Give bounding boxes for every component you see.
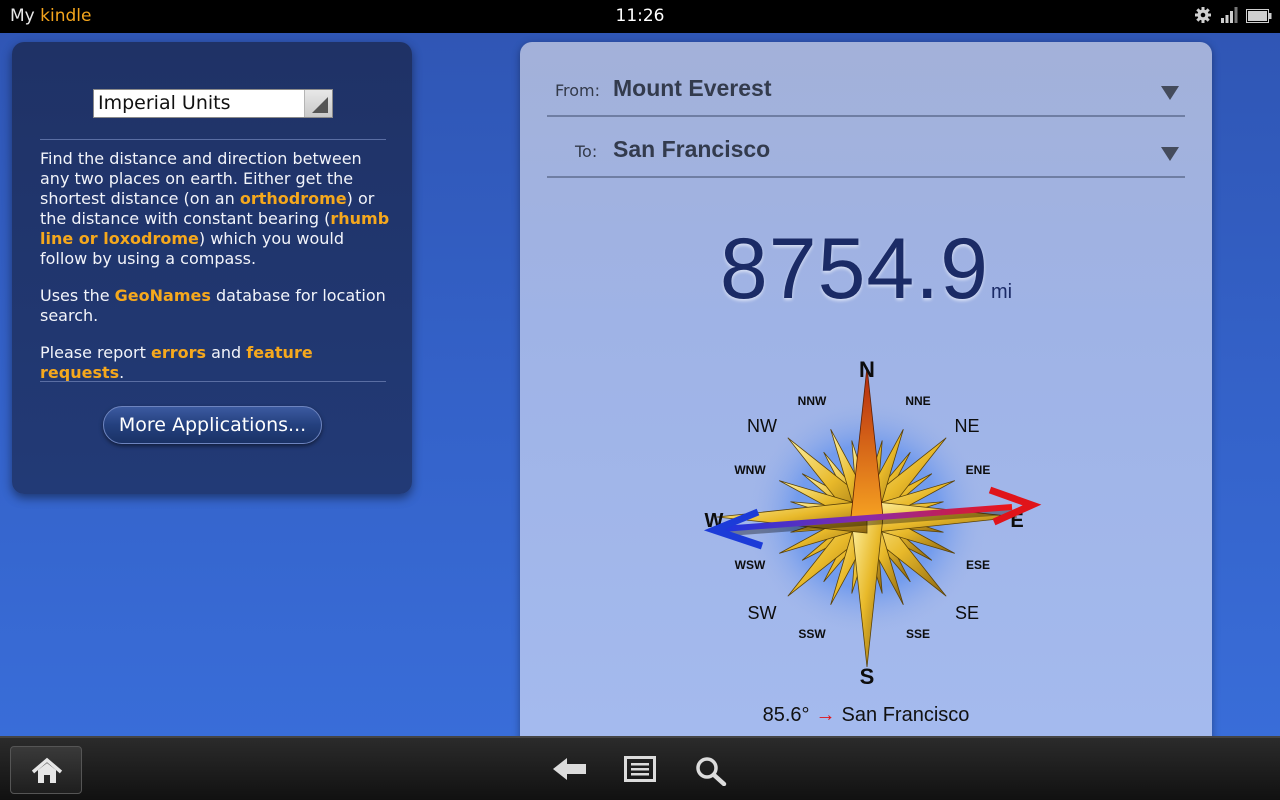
description-paragraph-2: Uses the GeoNames database for location … [40, 286, 392, 326]
bearing-readout: 85.6° → San Francisco [520, 704, 1212, 727]
compass-label-ne: NE [954, 416, 979, 436]
battery-icon [1246, 8, 1272, 27]
units-select-value: Imperial Units [98, 92, 231, 114]
info-panel: Imperial Units Find the distance and dir… [12, 42, 412, 494]
back-icon[interactable] [553, 756, 587, 786]
bottom-nav-bar [0, 736, 1280, 800]
status-bar: My kindle 11:26 [0, 0, 1280, 33]
from-value: Mount Everest [613, 75, 772, 101]
dropdown-triangle-icon[interactable] [1161, 85, 1179, 104]
distance-panel: From: Mount Everest To: San Francisco 87… [520, 42, 1212, 742]
description-text: Please report [40, 343, 151, 362]
bearing-arrow-icon: → [815, 704, 836, 726]
description-paragraph-1: Find the distance and direction between … [40, 149, 392, 269]
menu-icon[interactable] [624, 756, 656, 786]
compass-label-s: S [860, 664, 875, 684]
compass-label-wnw: WNW [734, 463, 766, 477]
compass-label-nne: NNE [905, 394, 930, 408]
brand-kindle: kindle [40, 6, 92, 26]
geonames-link[interactable]: GeoNames [115, 286, 211, 305]
more-applications-button[interactable]: More Applications... [103, 406, 322, 444]
compass-label-wsw: WSW [735, 558, 766, 572]
description-text: Uses the [40, 286, 115, 305]
compass-label-sse: SSE [906, 627, 930, 641]
my-kindle-link[interactable]: My kindle [10, 6, 91, 26]
orthodrome-link[interactable]: orthodrome [240, 189, 347, 208]
home-icon [31, 757, 63, 783]
from-location-select[interactable]: From: Mount Everest [547, 57, 1185, 117]
bearing-target: San Francisco [841, 704, 970, 726]
compass-label-ese: ESE [966, 558, 990, 572]
description-text: and [206, 343, 247, 362]
compass-label-nw: NW [747, 416, 777, 436]
compass-rose-graphic: N S W E NW NE SW SE NNW NNE WNW ENE WSW … [703, 357, 1042, 689]
to-label: To: [575, 142, 598, 161]
home-button[interactable] [10, 746, 82, 794]
to-value: San Francisco [613, 136, 771, 162]
compass-label-se: SE [955, 603, 979, 623]
clock: 11:26 [615, 6, 665, 26]
dropdown-triangle-icon[interactable] [1161, 146, 1179, 165]
bearing-value: 85.6° [762, 704, 810, 726]
compass-rose: N S W E NW NE SW SE NNW NNE WNW ENE WSW … [694, 354, 1044, 689]
compass-label-nnw: NNW [798, 394, 827, 408]
search-icon[interactable] [695, 756, 727, 790]
compass-label-sw: SW [748, 603, 777, 623]
distance-readout: 8754.9 mi [520, 220, 1212, 319]
description-paragraph-3: Please report errors and feature request… [40, 343, 392, 383]
dropdown-corner-icon[interactable] [304, 90, 332, 117]
distance-unit: mi [990, 281, 1013, 303]
from-label: From: [555, 81, 601, 100]
gear-icon[interactable] [1194, 6, 1212, 28]
divider [40, 381, 386, 382]
errors-link[interactable]: errors [151, 343, 206, 362]
compass-label-ene: ENE [966, 463, 991, 477]
description-text: . [119, 363, 125, 382]
divider [40, 139, 386, 140]
compass-label-ssw: SSW [798, 627, 826, 641]
to-location-select[interactable]: To: San Francisco [547, 118, 1185, 178]
compass-label-n: N [859, 357, 875, 382]
distance-value: 8754.9 [719, 221, 989, 317]
units-select[interactable]: Imperial Units [93, 89, 333, 118]
wifi-signal-icon [1220, 7, 1238, 27]
brand-my: My [10, 6, 35, 26]
